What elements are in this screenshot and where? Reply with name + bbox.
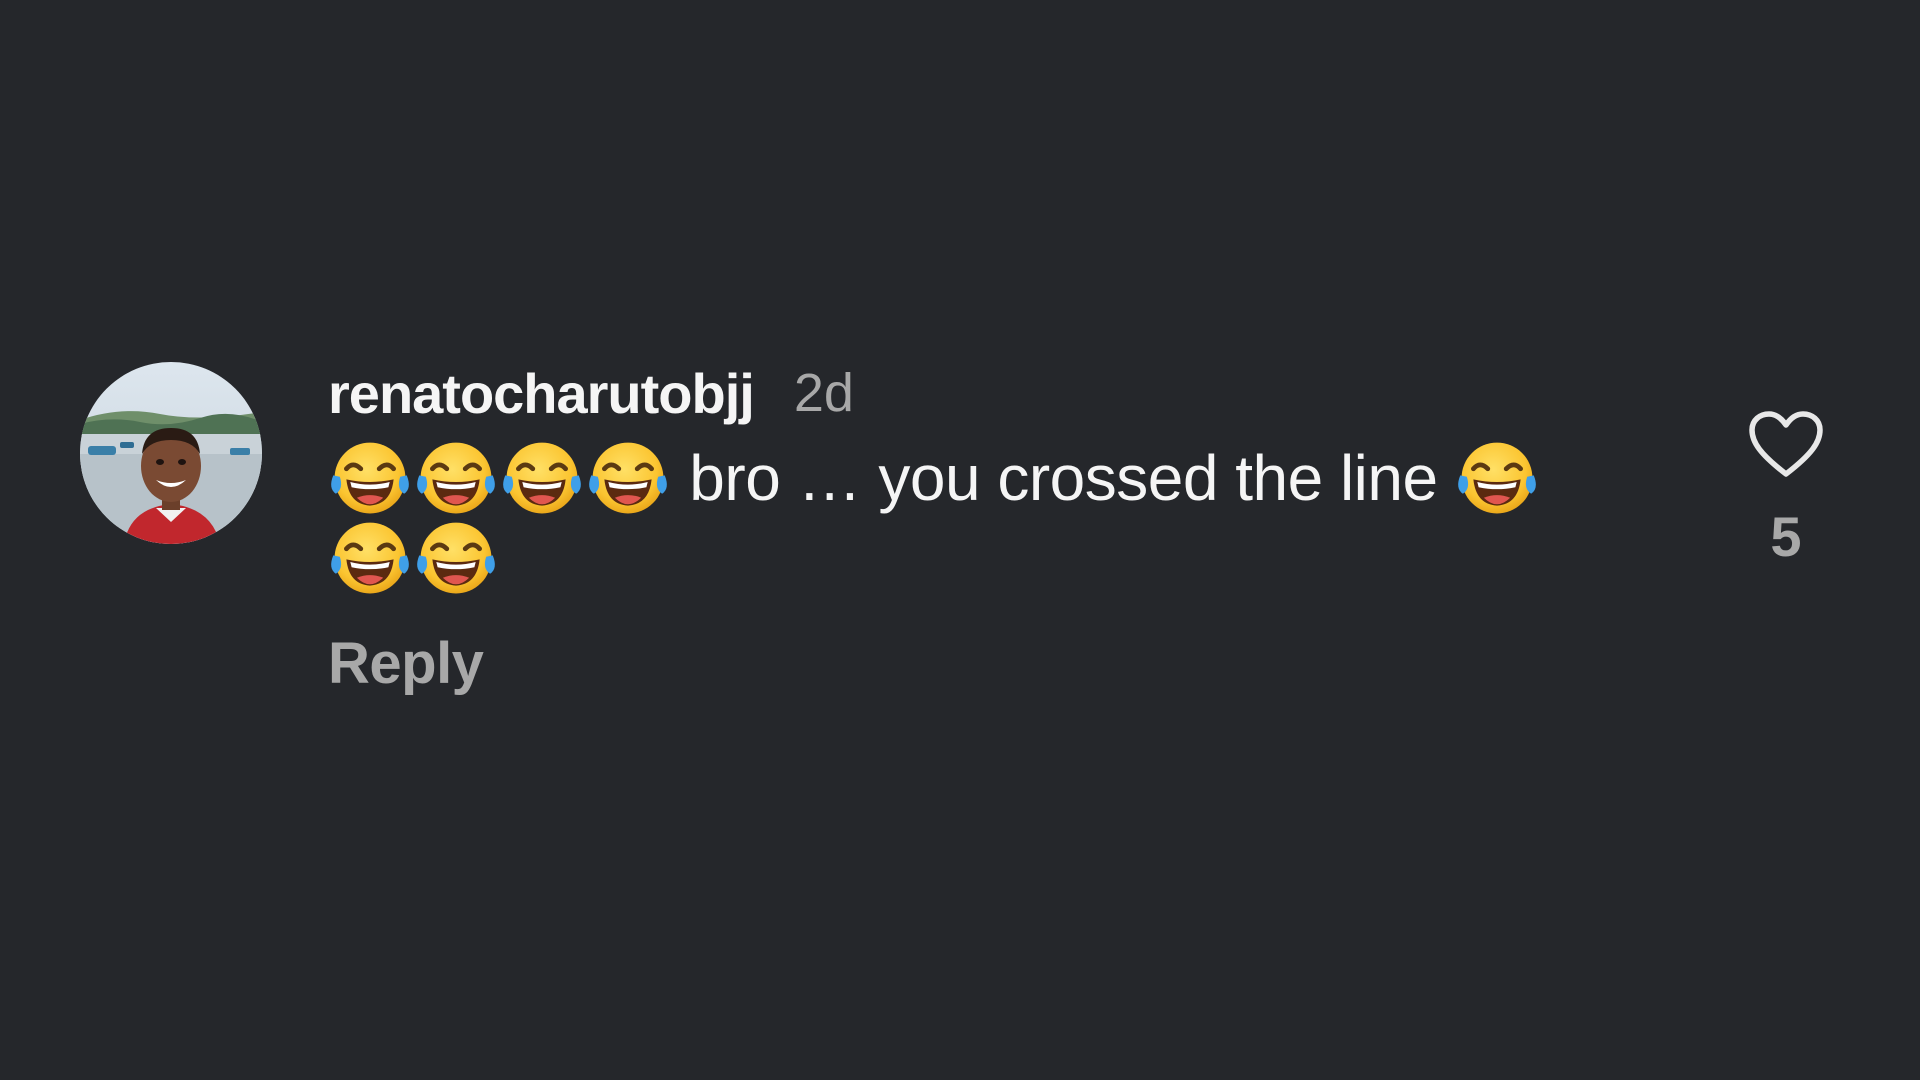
comment-text: bro … you crossed the line bbox=[689, 442, 1438, 514]
username-link[interactable]: renatocharutobjj bbox=[328, 361, 755, 426]
heart-outline-icon[interactable] bbox=[1736, 410, 1836, 478]
comment-header: renatocharutobjj 2d bbox=[328, 361, 1648, 426]
face-with-tears-of-joy-icon bbox=[1455, 438, 1541, 518]
face-with-tears-of-joy-icon bbox=[414, 438, 500, 518]
face-with-tears-of-joy-icon bbox=[500, 438, 586, 518]
comment-text-block: bro … you crossed the line bbox=[328, 438, 1628, 598]
face-with-tears-of-joy-icon bbox=[414, 518, 500, 598]
like-section: 5 bbox=[1736, 410, 1836, 569]
comment-item: renatocharutobjj 2d bro … you crossed th… bbox=[80, 362, 1840, 742]
comment-body: renatocharutobjj 2d bro … you crossed th… bbox=[328, 362, 1648, 697]
timestamp: 2d bbox=[793, 363, 854, 423]
reply-button[interactable]: Reply bbox=[328, 630, 1648, 697]
face-with-tears-of-joy-icon bbox=[328, 438, 414, 518]
like-count: 5 bbox=[1770, 505, 1802, 568]
avatar[interactable] bbox=[80, 362, 262, 544]
face-with-tears-of-joy-icon bbox=[586, 438, 672, 518]
comment-screen: renatocharutobjj 2d bro … you crossed th… bbox=[0, 0, 1920, 1080]
face-with-tears-of-joy-icon bbox=[328, 518, 414, 598]
